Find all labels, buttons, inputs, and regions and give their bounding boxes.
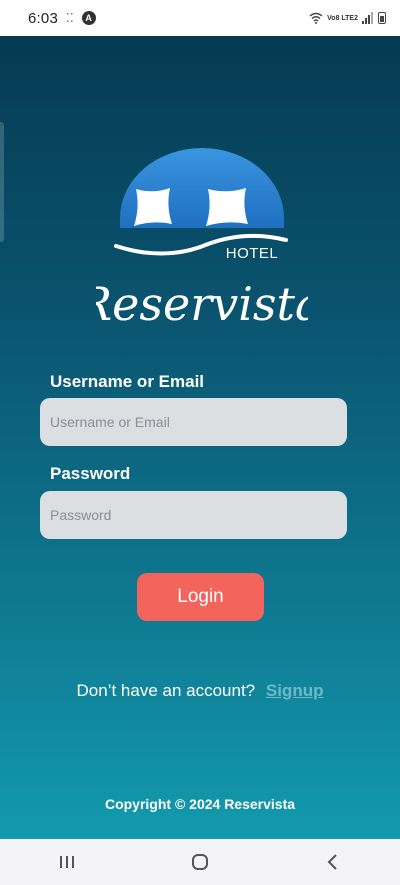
signup-row: Don’t have an account? Signup xyxy=(0,681,400,701)
status-bar: 6:03 ⁚⁚ A Vo8 LTE2 xyxy=(0,0,400,36)
pillow-right-icon xyxy=(206,188,248,226)
pillow-left-icon xyxy=(134,188,172,226)
password-input[interactable] xyxy=(40,491,347,539)
logo-hotel-text: HOTEL xyxy=(226,245,279,262)
battery-icon xyxy=(378,12,386,24)
recent-apps-button[interactable] xyxy=(37,842,97,882)
signup-prompt: Don’t have an account? xyxy=(76,681,256,700)
login-screen: HOTEL Reservista Username or Email Passw… xyxy=(0,36,400,839)
username-label: Username or Email xyxy=(50,372,205,391)
signup-link[interactable]: Signup xyxy=(266,681,324,700)
password-label: Password xyxy=(50,464,131,483)
login-button[interactable]: Login xyxy=(137,573,264,621)
system-nav-bar xyxy=(0,839,400,885)
back-icon xyxy=(327,854,338,870)
status-time: 6:03 xyxy=(28,9,58,27)
username-input[interactable] xyxy=(40,398,347,446)
volte-icon: Vo8 LTE2 xyxy=(327,14,358,22)
edge-panel-handle[interactable] xyxy=(0,122,4,242)
status-right: Vo8 LTE2 xyxy=(309,12,386,24)
a-badge-icon: A xyxy=(81,11,96,25)
status-left: 6:03 ⁚⁚ A xyxy=(28,10,96,27)
copyright-text: Copyright © 2024 Reservista xyxy=(104,796,296,812)
logo-brand-text: Reservista xyxy=(96,277,308,331)
home-icon xyxy=(191,854,208,870)
signal-icon xyxy=(362,12,373,24)
recent-apps-icon xyxy=(59,856,74,868)
reservista-logo: HOTEL Reservista xyxy=(96,148,308,331)
back-button[interactable] xyxy=(303,842,363,882)
screen-record-icon: ⁚⁚ xyxy=(66,11,74,25)
home-button[interactable] xyxy=(170,842,230,882)
wifi-icon xyxy=(309,12,323,24)
